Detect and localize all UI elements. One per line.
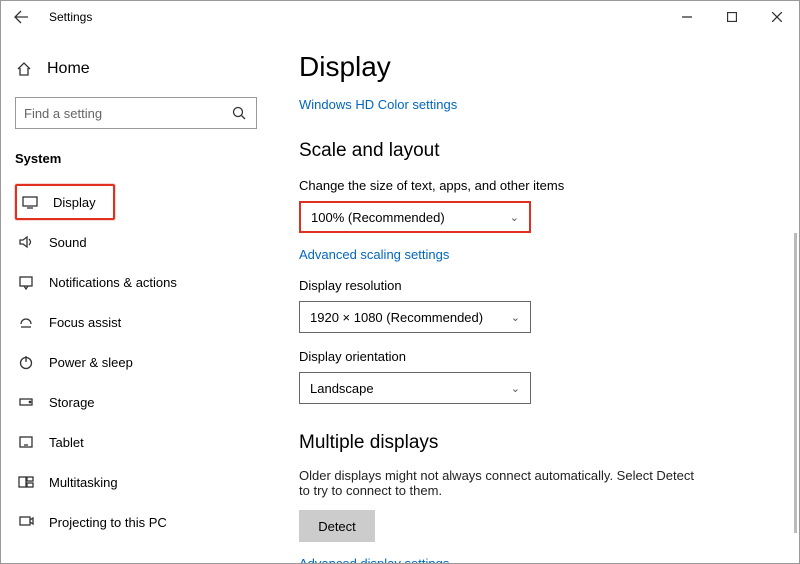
- sidebar-item-label: Tablet: [49, 435, 84, 450]
- display-icon: [21, 193, 39, 211]
- scale-label: Change the size of text, apps, and other…: [299, 178, 775, 193]
- page-title: Display: [299, 51, 775, 83]
- search-placeholder: Find a setting: [24, 106, 102, 121]
- window-title: Settings: [49, 10, 92, 24]
- sidebar-item-power-sleep[interactable]: Power & sleep: [15, 344, 257, 380]
- scrollbar[interactable]: [794, 233, 797, 533]
- hd-color-link[interactable]: Windows HD Color settings: [299, 97, 775, 112]
- back-arrow-icon: [13, 9, 29, 25]
- tablet-icon: [17, 433, 35, 451]
- power-icon: [17, 353, 35, 371]
- scale-value: 100% (Recommended): [311, 210, 445, 225]
- resolution-label: Display resolution: [299, 278, 775, 293]
- home-label: Home: [47, 60, 90, 78]
- orientation-value: Landscape: [310, 381, 374, 396]
- focus-assist-icon: [17, 313, 35, 331]
- sidebar-item-label: Display: [53, 195, 96, 210]
- sidebar-item-label: Multitasking: [49, 475, 118, 490]
- notifications-icon: [17, 273, 35, 291]
- orientation-dropdown[interactable]: Landscape ⌄: [299, 372, 531, 404]
- home-icon: [15, 60, 33, 78]
- advanced-scaling-link[interactable]: Advanced scaling settings: [299, 247, 775, 262]
- minimize-icon: [682, 12, 692, 22]
- resolution-value: 1920 × 1080 (Recommended): [310, 310, 483, 325]
- resolution-dropdown[interactable]: 1920 × 1080 (Recommended) ⌄: [299, 301, 531, 333]
- sidebar-item-sound[interactable]: Sound: [15, 224, 257, 260]
- sidebar-item-label: Sound: [49, 235, 87, 250]
- scale-dropdown[interactable]: 100% (Recommended) ⌄: [299, 201, 531, 233]
- maximize-button[interactable]: [709, 1, 754, 33]
- detect-button[interactable]: Detect: [299, 510, 375, 542]
- sidebar-item-label: Power & sleep: [49, 355, 133, 370]
- minimize-button[interactable]: [664, 1, 709, 33]
- sidebar-item-label: Notifications & actions: [49, 275, 177, 290]
- sidebar-item-home[interactable]: Home: [15, 51, 257, 87]
- sidebar-item-focus-assist[interactable]: Focus assist: [15, 304, 257, 340]
- multiple-displays-desc: Older displays might not always connect …: [299, 468, 699, 498]
- sound-icon: [17, 233, 35, 251]
- chevron-down-icon: ⌄: [511, 311, 520, 324]
- back-button[interactable]: [1, 1, 41, 33]
- projecting-icon: [17, 513, 35, 531]
- multitasking-icon: [17, 473, 35, 491]
- close-button[interactable]: [754, 1, 799, 33]
- sidebar-item-multitasking[interactable]: Multitasking: [15, 464, 257, 500]
- sidebar-item-display[interactable]: Display: [15, 184, 115, 220]
- orientation-label: Display orientation: [299, 349, 775, 364]
- sidebar-item-label: Focus assist: [49, 315, 121, 330]
- close-icon: [772, 12, 782, 22]
- sidebar-item-notifications[interactable]: Notifications & actions: [15, 264, 257, 300]
- search-icon: [230, 104, 248, 122]
- search-input[interactable]: Find a setting: [15, 97, 257, 129]
- sidebar-item-label: Storage: [49, 395, 95, 410]
- sidebar-item-label: Projecting to this PC: [49, 515, 167, 530]
- storage-icon: [17, 393, 35, 411]
- chevron-down-icon: ⌄: [510, 211, 519, 224]
- advanced-display-link[interactable]: Advanced display settings: [299, 556, 775, 563]
- sidebar-item-projecting[interactable]: Projecting to this PC: [15, 504, 257, 540]
- chevron-down-icon: ⌄: [511, 382, 520, 395]
- maximize-icon: [727, 12, 737, 22]
- scale-heading: Scale and layout: [299, 140, 775, 162]
- multiple-displays-heading: Multiple displays: [299, 432, 775, 454]
- sidebar-item-tablet[interactable]: Tablet: [15, 424, 257, 460]
- sidebar-item-storage[interactable]: Storage: [15, 384, 257, 420]
- sidebar-section: System: [15, 151, 257, 166]
